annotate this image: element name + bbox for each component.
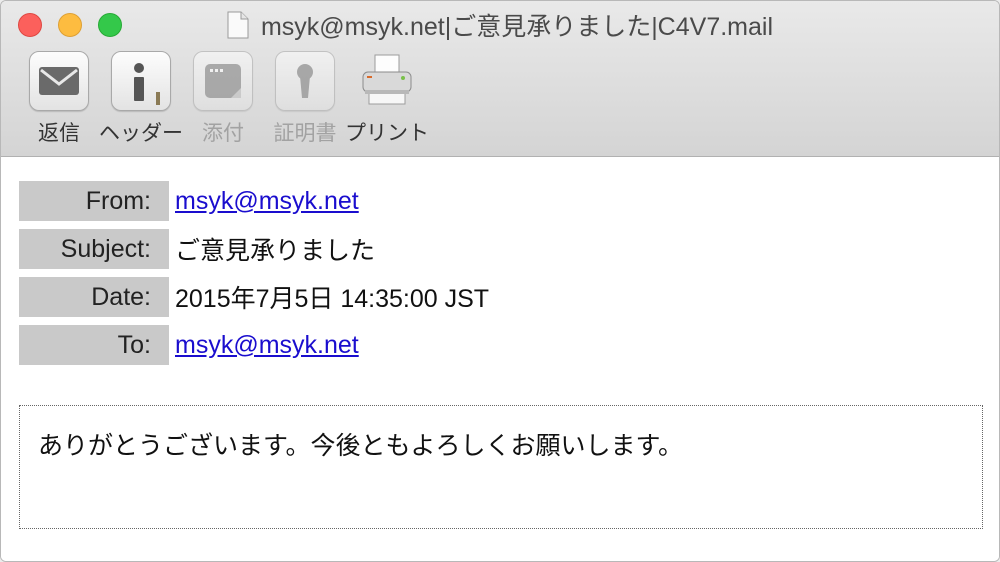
- certificate-label: 証明書: [273, 122, 337, 145]
- header-row-subject: Subject: ご意見承りました: [19, 229, 489, 269]
- date-label: Date:: [19, 277, 169, 317]
- header-row-date: Date: 2015年7月5日 14:35:00 JST: [19, 277, 489, 317]
- mail-headers: From: msyk@msyk.net Subject: ご意見承りました Da…: [19, 181, 489, 373]
- reply-label: 返信: [38, 122, 80, 145]
- message-body[interactable]: ありがとうございます。今後ともよろしくお願いします。: [19, 405, 983, 529]
- certificate-icon: [275, 51, 335, 111]
- header-label: ヘッダー: [99, 122, 183, 145]
- printer-icon: [357, 51, 417, 111]
- from-link[interactable]: msyk@msyk.net: [175, 187, 359, 216]
- toolbar: 返信 ヘッダー 添付 証明書 プリント: [18, 51, 429, 147]
- document-icon[interactable]: [227, 11, 249, 39]
- attachment-icon: [193, 51, 253, 111]
- date-value: 2015年7月5日 14:35:00 JST: [175, 285, 490, 313]
- print-button[interactable]: プリント: [345, 51, 429, 147]
- reply-button[interactable]: 返信: [18, 51, 100, 147]
- envelope-icon: [29, 51, 89, 111]
- from-label: From:: [19, 181, 169, 221]
- print-label: プリント: [345, 122, 429, 145]
- message-view: From: msyk@msyk.net Subject: ご意見承りました Da…: [1, 157, 999, 561]
- window-title: msyk@msyk.net|ご意見承りました|C4V7.mail: [260, 13, 774, 41]
- header-button[interactable]: ヘッダー: [99, 51, 183, 147]
- certificate-button[interactable]: 証明書: [264, 51, 346, 147]
- to-label: To:: [19, 325, 169, 365]
- info-icon: [111, 51, 171, 111]
- subject-label: Subject:: [19, 229, 169, 269]
- attachment-button[interactable]: 添付: [182, 51, 264, 147]
- mail-window: msyk@msyk.net|ご意見承りました|C4V7.mail 返信 ヘッダー…: [0, 0, 1000, 562]
- subject-value: ご意見承りました: [175, 237, 376, 265]
- title-bar: msyk@msyk.net|ご意見承りました|C4V7.mail: [1, 7, 999, 43]
- window-chrome: msyk@msyk.net|ご意見承りました|C4V7.mail 返信 ヘッダー…: [1, 1, 999, 157]
- header-row-from: From: msyk@msyk.net: [19, 181, 489, 221]
- attachment-label: 添付: [202, 122, 244, 145]
- to-link[interactable]: msyk@msyk.net: [175, 331, 359, 360]
- header-row-to: To: msyk@msyk.net: [19, 325, 489, 365]
